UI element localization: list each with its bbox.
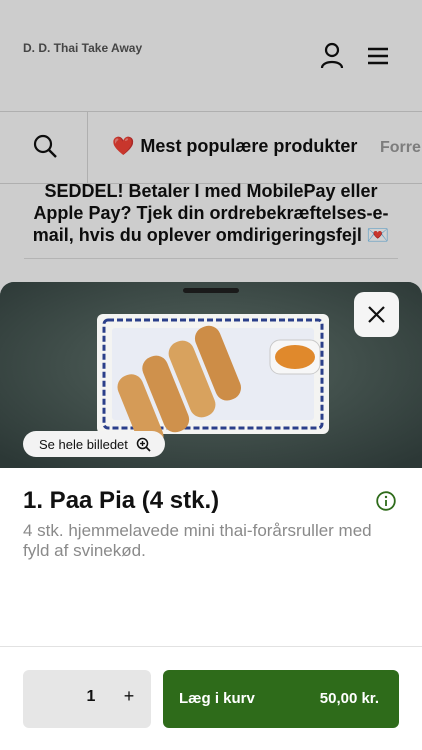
cart-footer: 1 + Læg i kurv 50,00 kr. <box>0 646 422 750</box>
view-full-image-button[interactable]: Se hele billedet <box>23 431 165 457</box>
product-title: 1. Paa Pia (4 stk.) <box>23 487 220 514</box>
increase-quantity-button[interactable]: + <box>119 686 139 710</box>
quantity-stepper: 1 + <box>23 670 151 728</box>
view-full-image-label: Se hele billedet <box>39 436 128 452</box>
add-to-cart-button[interactable]: Læg i kurv 50,00 kr. <box>163 670 399 728</box>
zoom-in-icon <box>136 437 151 452</box>
info-icon[interactable] <box>376 491 396 511</box>
close-button[interactable] <box>354 292 399 337</box>
product-image: Se hele billedet <box>0 282 422 468</box>
product-modal: Se hele billedet 1. Paa Pia (4 stk.) 4 s… <box>0 282 422 750</box>
close-icon <box>368 306 385 323</box>
drag-handle[interactable] <box>183 288 239 293</box>
add-to-cart-label: Læg i kurv <box>179 690 255 707</box>
product-description: 4 stk. hjemmelavede mini thai-forårsrull… <box>23 521 372 560</box>
quantity-value: 1 <box>86 688 96 705</box>
price-label: 50,00 kr. <box>319 690 379 707</box>
